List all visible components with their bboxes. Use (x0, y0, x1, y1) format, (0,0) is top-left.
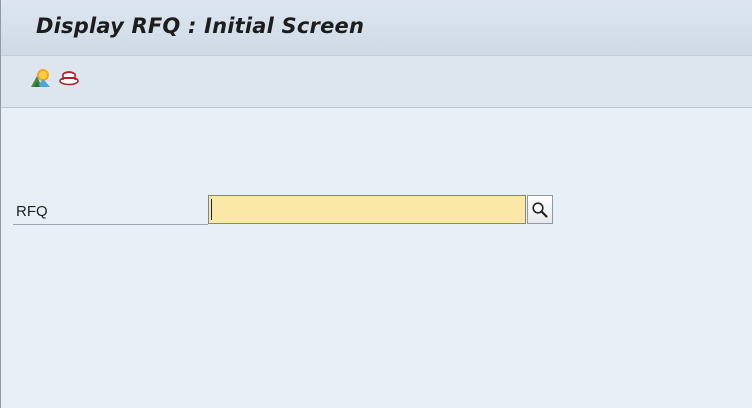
page-title: Display RFQ : Initial Screen (36, 14, 365, 38)
label-underline (13, 224, 208, 225)
other-document-button[interactable] (30, 67, 52, 89)
text-caret (211, 199, 212, 220)
hat-button[interactable] (58, 67, 80, 89)
rfq-input-wrapper[interactable] (208, 195, 526, 224)
magnifier-icon (532, 202, 548, 218)
landscape-sun-icon (31, 69, 50, 87)
main-content (1, 108, 752, 408)
search-help-button[interactable] (527, 195, 553, 224)
rfq-input[interactable] (213, 198, 513, 221)
rfq-label: RFQ (16, 203, 48, 220)
application-toolbar (1, 56, 752, 108)
hat-icon (59, 71, 79, 86)
title-bar: Display RFQ : Initial Screen (1, 0, 752, 56)
